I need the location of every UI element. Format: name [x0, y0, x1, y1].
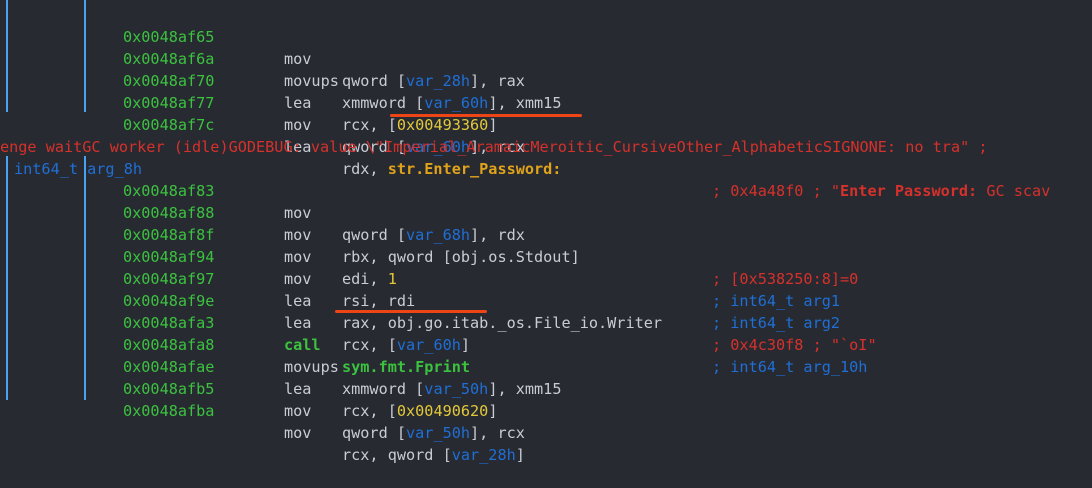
- comment-wrap: enge waitGC worker (idle)GODEBUG: value …: [0, 114, 1092, 156]
- var-ref[interactable]: var_28h: [452, 446, 516, 464]
- operands: rcx, [0x00490620]: [342, 402, 498, 420]
- asm-row[interactable]: 0x0048af8f mov edi, 1 ; int64_t arg1: [0, 202, 1092, 310]
- asm-row[interactable]: 0x0048af83 mov qword [var_68h], rdx: [0, 158, 1092, 244]
- asm-row[interactable]: 0x0048af77 mov qword [var_60h], rcx: [0, 70, 1092, 156]
- asm-row[interactable]: 0x0048af94 mov rsi, rdi ; int64_t arg2: [0, 224, 1092, 332]
- asm-row-string-ref[interactable]: 0x0048af7c lea rdx, str.Enter_Password: …: [0, 92, 1092, 200]
- address[interactable]: 0x0048afba: [123, 400, 214, 422]
- comment-wrap: int64_t arg_8h: [0, 136, 1092, 178]
- asm-row[interactable]: 0x0048af70 lea rcx, [0x00493360]: [0, 48, 1092, 134]
- asm-row[interactable]: 0x0048af97 lea rax, obj.go.itab._os.File…: [0, 246, 1092, 354]
- asm-row[interactable]: 0x0048afa8 movups xmmword [var_50h], xmm…: [0, 312, 1092, 398]
- asm-row[interactable]: 0x0048af6a movups xmmword [var_60h], xmm…: [0, 26, 1092, 112]
- asm-row-call[interactable]: 0x0048afa3 call sym.fmt.Fprint: [0, 290, 1092, 376]
- immediate-address[interactable]: 0x00490620: [397, 402, 488, 420]
- asm-row[interactable]: 0x0048af9e lea rcx, [var_60h] ; int64_t …: [0, 268, 1092, 376]
- asm-row[interactable]: 0x0048afb5 mov qword [var_50h], rcx: [0, 356, 1092, 442]
- mnemonic: mov: [284, 424, 312, 442]
- asm-row[interactable]: 0x0048afae lea rcx, [0x00490620]: [0, 334, 1092, 420]
- var-ref[interactable]: var_50h: [406, 424, 470, 442]
- asm-row[interactable]: 0x0048af88 mov rbx, qword [obj.os.Stdout…: [0, 180, 1092, 288]
- asm-row[interactable]: 0x0048af65 mov qword [var_28h], rax: [0, 4, 1092, 90]
- operands: qword [var_50h], rcx: [342, 424, 525, 442]
- operands: rcx, qword [var_28h]: [342, 446, 525, 464]
- disassembly-view: 0x0048af65 mov qword [var_28h], rax 0x00…: [0, 0, 1092, 464]
- mnemonic: mov: [284, 402, 312, 420]
- asm-row[interactable]: 0x0048afba mov rcx, qword [var_28h]: [0, 378, 1092, 464]
